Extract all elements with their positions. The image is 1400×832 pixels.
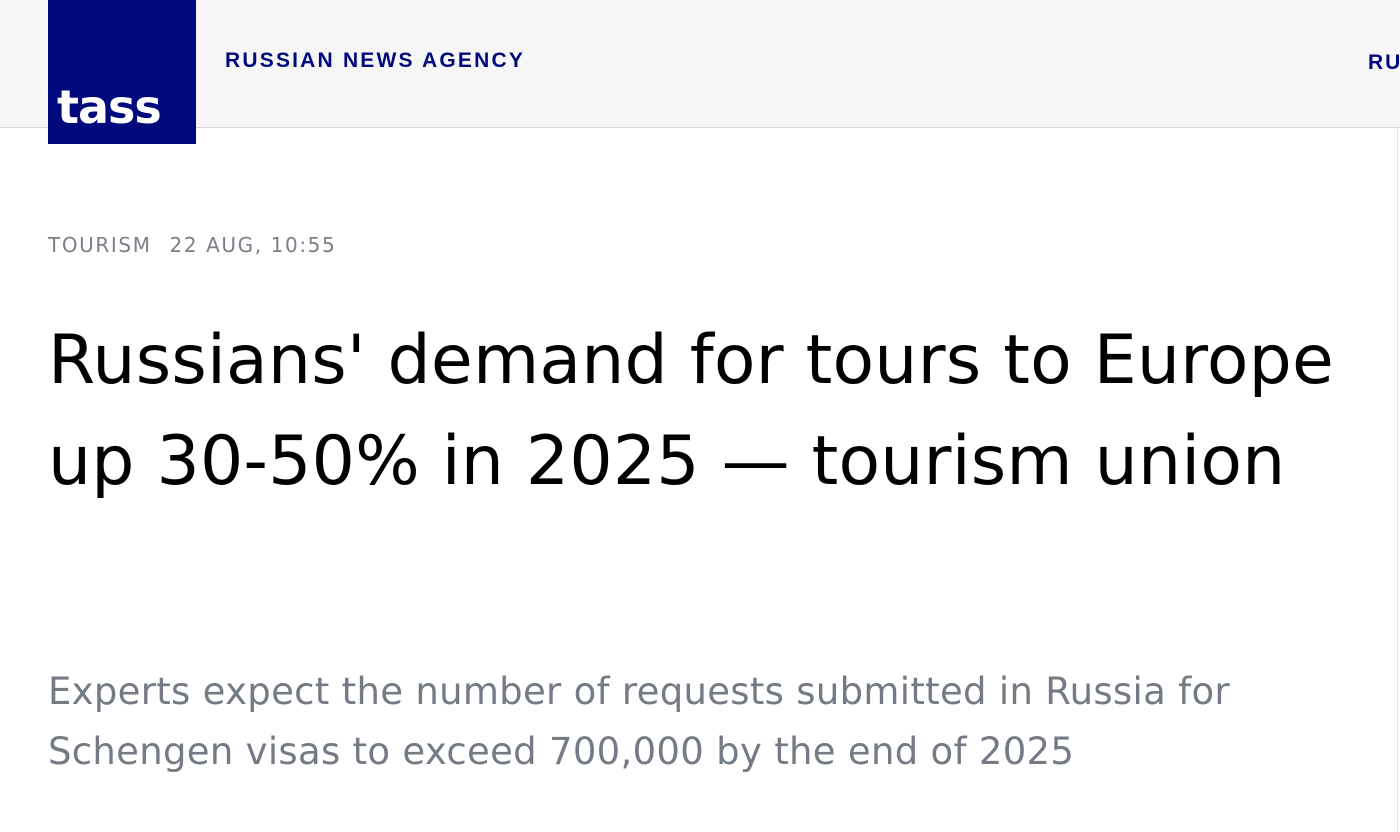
article-meta: TOURISM 22 AUG, 10:55 xyxy=(48,232,336,258)
article-headline: Russians' demand for tours to Europe up … xyxy=(48,321,1335,501)
tass-logo[interactable]: tass xyxy=(48,0,196,144)
content-divider xyxy=(1397,127,1398,832)
rubric-link[interactable]: TOURISM xyxy=(48,233,152,257)
site-header: RUSSIAN NEWS AGENCY RU xyxy=(0,0,1400,128)
agency-name[interactable]: RUSSIAN NEWS AGENCY xyxy=(225,49,525,73)
publish-date: 22 AUG, 10:55 xyxy=(169,233,337,257)
logo-wordmark: tass xyxy=(57,80,162,134)
article-lead: Experts expect the number of requests su… xyxy=(48,670,1230,773)
language-switch[interactable]: RU xyxy=(1368,51,1400,75)
